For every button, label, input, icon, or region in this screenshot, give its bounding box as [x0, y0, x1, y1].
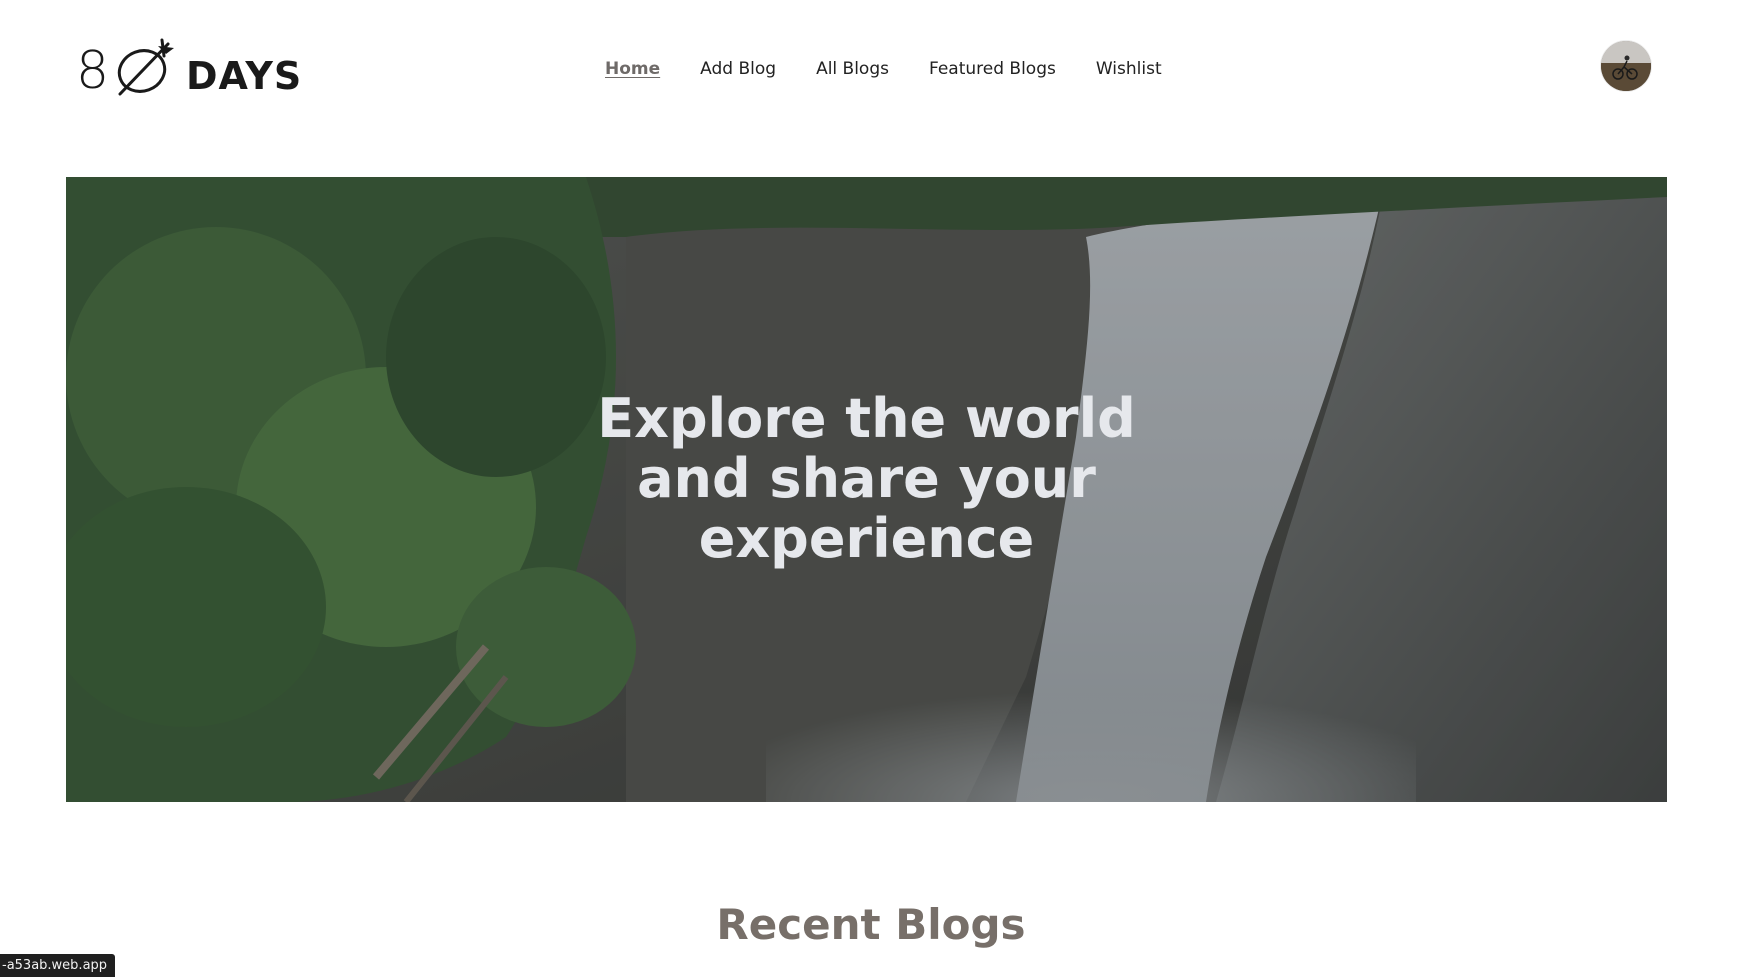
recent-blogs-heading: Recent Blogs: [716, 900, 1026, 949]
nav-all-blogs-link[interactable]: All Blogs: [816, 59, 889, 79]
cyclist-photo-icon: [1601, 41, 1651, 91]
hero-title-line-3: experience: [698, 507, 1035, 570]
main-nav: Home Add Blog All Blogs Featured Blogs W…: [605, 52, 1162, 86]
nav-add-blog-link[interactable]: Add Blog: [700, 59, 776, 79]
logo-numeral: 8: [76, 41, 109, 100]
logo[interactable]: 8 DAYS: [74, 38, 302, 100]
nav-wishlist-link[interactable]: Wishlist: [1096, 59, 1162, 79]
user-avatar[interactable]: [1601, 41, 1651, 91]
site-header: 8 DAYS Home Add Blog All Blogs Featured …: [0, 0, 1742, 138]
nav-featured-blogs-link[interactable]: Featured Blogs: [929, 59, 1056, 79]
status-bar-url: -a53ab.web.app: [0, 954, 116, 977]
logo-wordmark: DAYS: [186, 54, 303, 98]
nav-home-link[interactable]: Home: [605, 59, 660, 79]
logo-emblem-icon: 8: [76, 38, 174, 100]
hero-banner: Explore the world and share your experie…: [66, 177, 1667, 802]
hero-title-line-1: Explore the world: [597, 387, 1136, 450]
hero-title: Explore the world and share your experie…: [66, 389, 1667, 569]
page: 8 DAYS Home Add Blog All Blogs Featured …: [0, 0, 1742, 977]
hero-title-line-2: and share your: [637, 447, 1096, 510]
